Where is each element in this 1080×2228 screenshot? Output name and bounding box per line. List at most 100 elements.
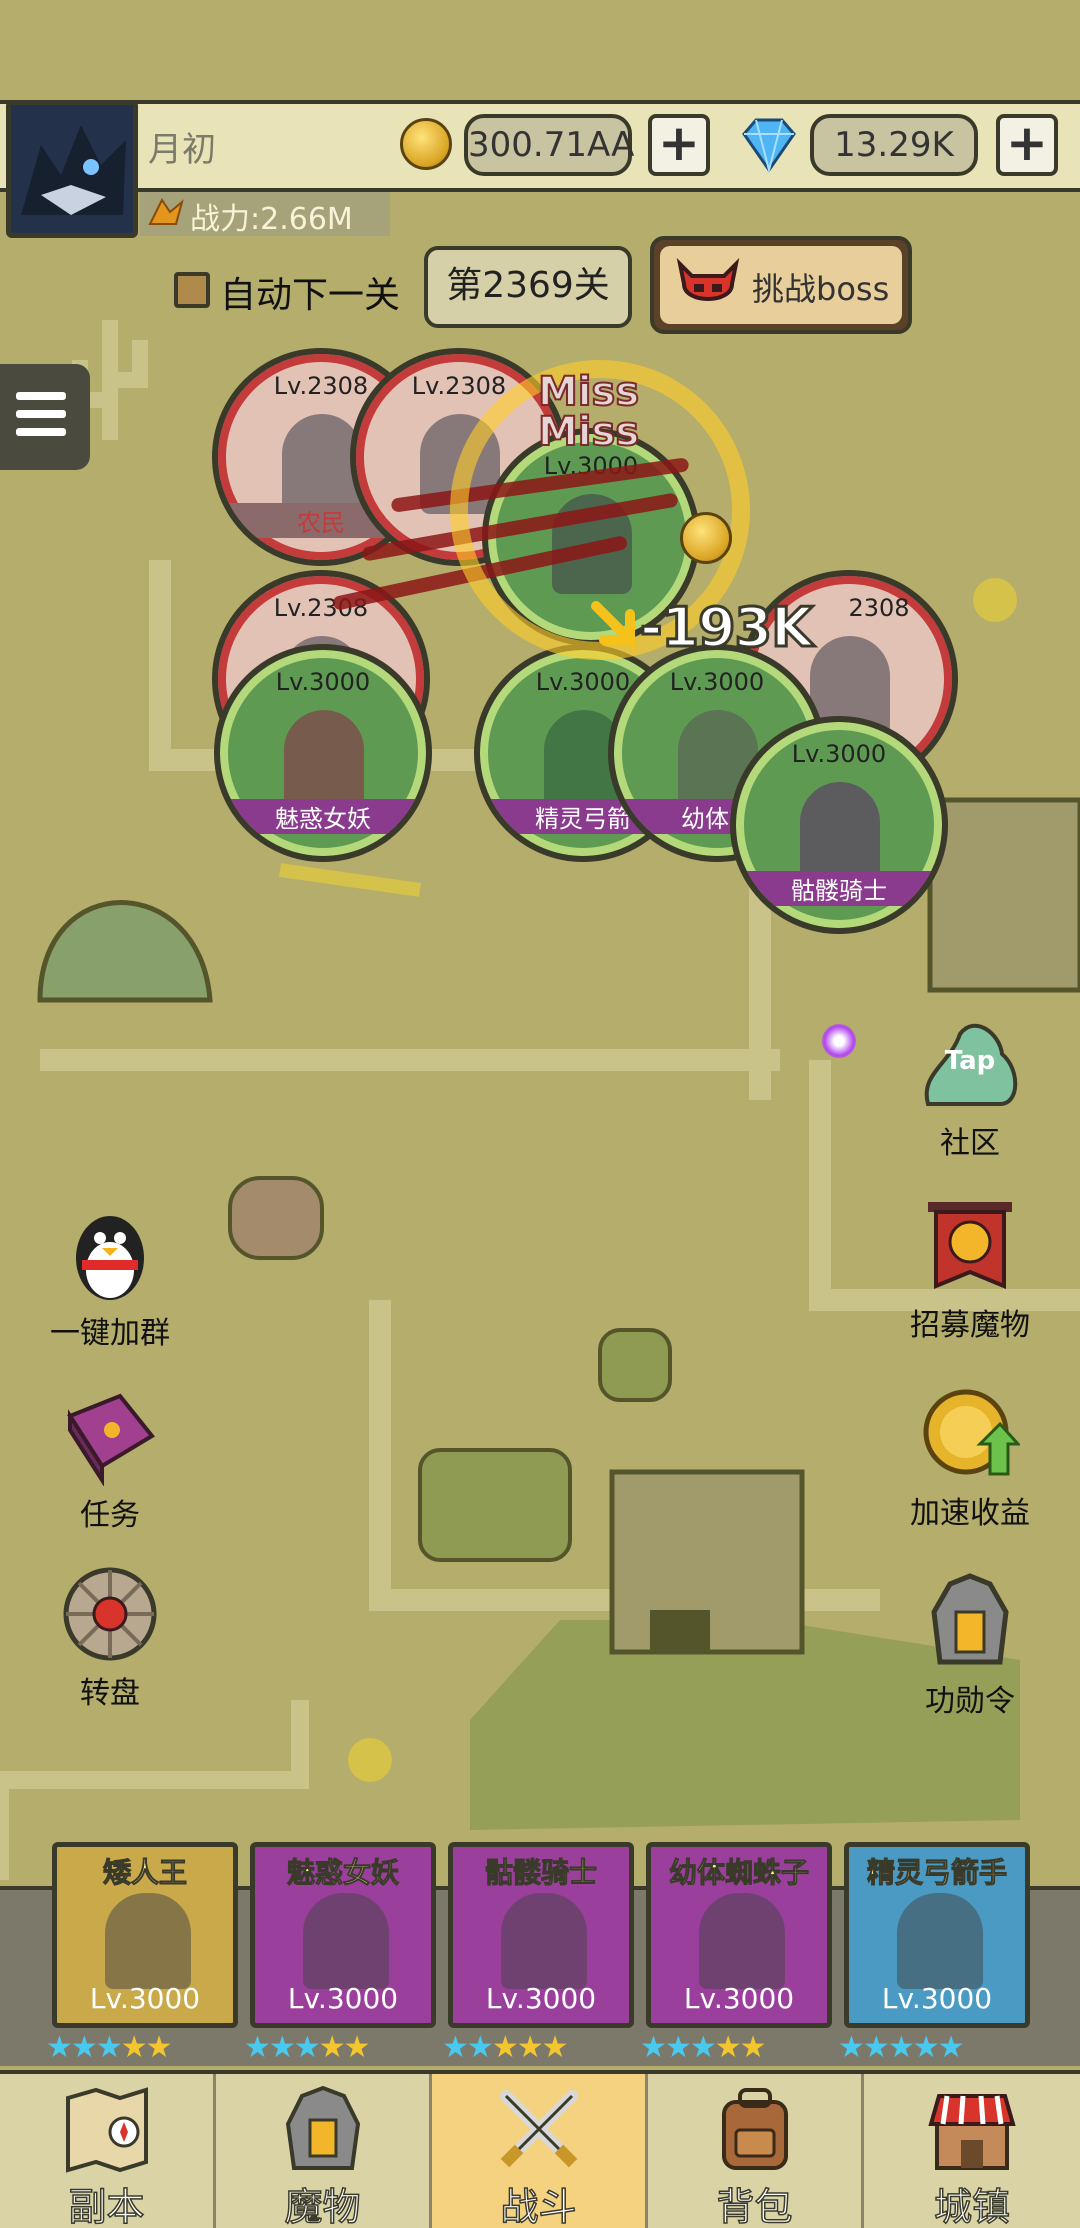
star-icon: ★: [70, 2030, 98, 2065]
team-card-level: Lv.3000: [485, 1982, 597, 2015]
side-menu-button[interactable]: [0, 364, 90, 470]
team-card[interactable]: 矮人王 Lv.3000: [52, 1842, 238, 2028]
book-icon: [60, 1386, 160, 1487]
team-card-level: Lv.3000: [683, 1982, 795, 2015]
team-card-sprite: [699, 1893, 785, 1989]
speed-up-label: 加速收益: [910, 1496, 1030, 1531]
miss-popup: Miss Miss: [537, 369, 640, 455]
combat-power: 战力:2.66M: [190, 202, 353, 237]
star-icon: ★: [95, 2030, 123, 2065]
gold-amount: 300.71AA: [464, 114, 634, 176]
nav-label: 城镇: [933, 2184, 1011, 2228]
map-icon: [62, 2084, 152, 2174]
star-icon: ★: [937, 2030, 965, 2065]
nav-monsters[interactable]: 魔物: [216, 2074, 432, 2228]
team-card-sprite: [303, 1893, 389, 1989]
coin-speed-icon: [920, 1384, 1022, 1484]
gold-coin-icon: [400, 118, 452, 170]
speed-up-button[interactable]: 加速收益: [890, 1384, 1050, 1532]
ally-sprite: [284, 710, 364, 810]
star-icon: ★: [714, 2030, 742, 2065]
team-card[interactable]: 精灵弓箭手 Lv.3000: [844, 1842, 1030, 2028]
star-icon: ★: [516, 2030, 544, 2065]
menu-icon: [16, 392, 66, 400]
damage-number: -193K: [639, 595, 815, 661]
backpack-icon: [710, 2084, 800, 2174]
recruit-button[interactable]: 招募魔物: [890, 1196, 1050, 1344]
purple-orb: [822, 1024, 856, 1058]
star-icon: ★: [466, 2030, 494, 2065]
penguin-icon: [60, 1204, 160, 1304]
ally-unit[interactable]: Lv.3000 骷髅骑士: [730, 716, 948, 934]
star-icon: ★: [541, 2030, 569, 2065]
merit-button[interactable]: 功勋令: [890, 1572, 1050, 1720]
star-icon: ★: [739, 2030, 767, 2065]
monster-helmet-icon: [278, 2084, 368, 2174]
star-icon: ★: [862, 2030, 890, 2065]
merit-label: 功勋令: [925, 1684, 1015, 1719]
ally-unit[interactable]: Lv.3000 魅惑女妖: [214, 644, 432, 862]
ally-name: 骷髅骑士: [736, 871, 942, 906]
team-card-level: Lv.3000: [89, 1982, 201, 2015]
nav-dungeon[interactable]: 副本: [0, 2074, 216, 2228]
team-card-name: 矮人王: [102, 1856, 187, 1890]
nav-label: 背包: [716, 2184, 794, 2228]
ally-level: Lv.3000: [669, 668, 765, 696]
wheel-button[interactable]: 转盘: [30, 1564, 190, 1712]
tasks-button[interactable]: 任务: [30, 1386, 190, 1534]
miss-text-1: Miss: [537, 369, 640, 415]
team-card-stars: ★★★★★: [46, 2030, 173, 2065]
team-card-sprite: [105, 1893, 191, 1989]
ally-level: Lv.3000: [275, 668, 371, 696]
team-card-name: 骷髅骑士: [484, 1856, 597, 1890]
team-card-level: Lv.3000: [287, 1982, 399, 2015]
recruit-banner-icon: [920, 1196, 1020, 1296]
join-group-button[interactable]: 一键加群: [30, 1204, 190, 1352]
player-avatar[interactable]: [6, 100, 138, 238]
star-icon: ★: [838, 2030, 865, 2065]
ally-name: 魅惑女妖: [220, 799, 426, 834]
nav-label: 战斗: [500, 2184, 578, 2228]
helmet-icon: [920, 1572, 1020, 1672]
menu-icon-line: [16, 410, 66, 418]
team-card-sprite: [501, 1893, 587, 1989]
star-icon: ★: [46, 2030, 73, 2065]
team-card-stars: ★★★★★: [838, 2030, 965, 2065]
community-button[interactable]: Tap 社区: [890, 1014, 1050, 1162]
ally-level: Lv.3000: [791, 740, 887, 768]
dragon-avatar-icon: [11, 105, 133, 233]
team-card-sprite: [897, 1893, 983, 1989]
tasks-label: 任务: [80, 1498, 140, 1533]
community-label: 社区: [940, 1126, 1000, 1161]
nav-backpack[interactable]: 背包: [648, 2074, 864, 2228]
star-icon: ★: [442, 2030, 469, 2065]
arrow-down-icon: [590, 600, 642, 653]
team-card[interactable]: 幼体蜘蛛子 Lv.3000: [646, 1842, 832, 2028]
crossed-swords-icon: [494, 2084, 584, 2174]
add-gold-button[interactable]: +: [648, 114, 710, 176]
star-icon: ★: [491, 2030, 519, 2065]
miss-text-2: Miss: [537, 409, 640, 455]
team-card-level: Lv.3000: [881, 1982, 993, 2015]
team-card-name: 幼体蜘蛛子: [668, 1856, 809, 1890]
star-icon: ★: [120, 2030, 148, 2065]
star-icon: ★: [293, 2030, 321, 2065]
nav-label: 副本: [68, 2184, 146, 2228]
ally-sprite: [800, 782, 880, 882]
team-card-name: 魅惑女妖: [286, 1856, 399, 1890]
star-icon: ★: [640, 2030, 667, 2065]
add-gems-button[interactable]: +: [996, 114, 1058, 176]
team-card-name: 精灵弓箭手: [866, 1856, 1007, 1890]
team-card[interactable]: 骷髅骑士 Lv.3000: [448, 1842, 634, 2028]
team-card[interactable]: 魅惑女妖 Lv.3000: [250, 1842, 436, 2028]
team-card-stars: ★★★★★: [640, 2030, 767, 2065]
wheel-label: 转盘: [80, 1676, 140, 1711]
nav-battle[interactable]: 战斗: [432, 2074, 648, 2228]
nav-town[interactable]: 城镇: [864, 2074, 1080, 2228]
auto-next-checkbox[interactable]: [174, 272, 210, 308]
auto-next-label: 自动下一关: [220, 275, 401, 316]
stage-number: 第2369关: [424, 246, 632, 328]
star-icon: ★: [318, 2030, 346, 2065]
star-icon: ★: [145, 2030, 173, 2065]
star-icon: ★: [887, 2030, 915, 2065]
